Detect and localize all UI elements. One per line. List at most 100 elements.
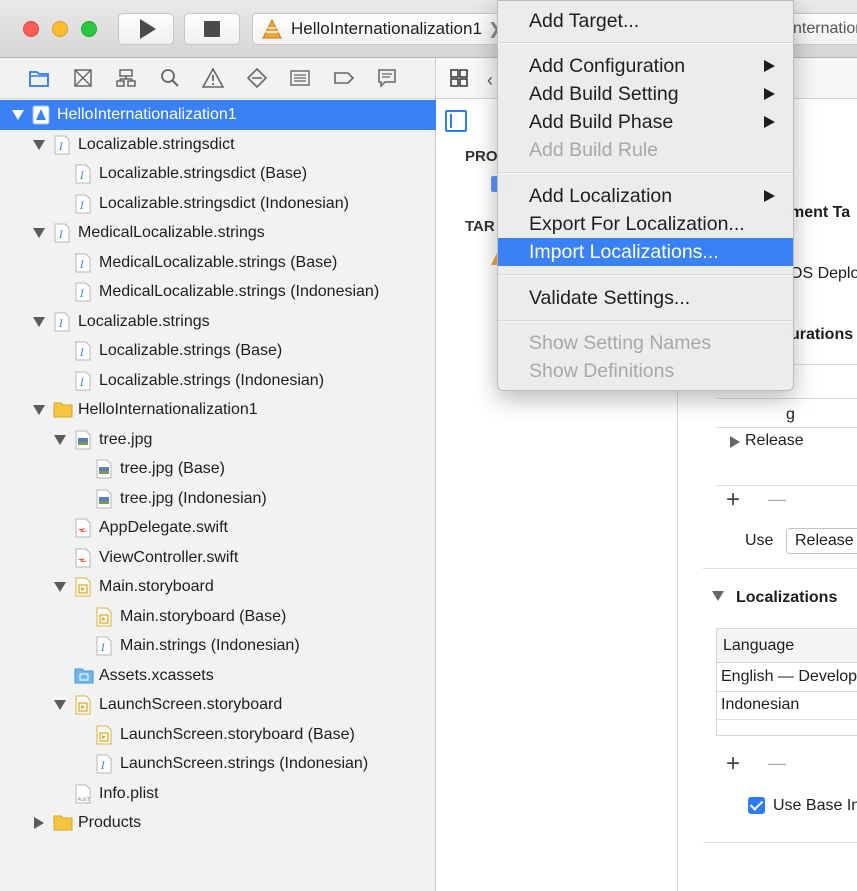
disclosure-open-icon[interactable]	[32, 315, 46, 329]
source-control-tab-icon[interactable]	[72, 67, 94, 89]
tree-file-row[interactable]: tree.jpg (Indonesian)	[0, 484, 436, 514]
tree-file-row[interactable]: I Localizable.strings (Indonesian)	[0, 366, 436, 396]
strings-file-icon: I	[95, 636, 113, 656]
swift-file-icon	[74, 518, 92, 538]
use-config-popup[interactable]: Release	[786, 528, 857, 554]
svg-text:PLIST: PLIST	[78, 797, 90, 803]
disclosure-closed-icon[interactable]	[32, 816, 46, 830]
tree-item-label: Localizable.stringsdict (Indonesian)	[99, 194, 349, 212]
tree-item-label: Localizable.stringsdict	[78, 135, 235, 153]
tree-item-label: AppDelegate.swift	[99, 519, 228, 536]
storyboard-file-icon	[74, 695, 92, 715]
run-button[interactable]	[118, 13, 174, 45]
tree-file-row[interactable]: I LaunchScreen.strings (Indonesian)	[0, 749, 436, 779]
menu-item-label: Add Build Setting	[529, 82, 679, 105]
add-configuration-button[interactable]: +	[726, 488, 740, 512]
disclosure-open-icon[interactable]	[53, 433, 67, 447]
menu-item-add-build-setting[interactable]: Add Build Setting	[498, 80, 793, 108]
tree-file-row[interactable]: I Localizable.stringsdict	[0, 130, 436, 160]
use-base-internationalization-label: Use Base In	[773, 797, 857, 814]
menu-item-add-localization[interactable]: Add Localization	[498, 182, 793, 210]
folder-icon	[53, 813, 73, 833]
disclosure-open-icon[interactable]	[53, 698, 67, 712]
tree-folder-row[interactable]: Products	[0, 808, 436, 838]
tree-file-row[interactable]: ViewController.swift	[0, 543, 436, 573]
configurations-heading: urations	[790, 326, 854, 343]
config-table-divider	[716, 398, 857, 399]
menu-item-label: Show Setting Names	[529, 331, 712, 354]
stop-icon	[204, 21, 220, 37]
assets-folder-icon	[74, 666, 94, 686]
submenu-arrow-icon	[764, 88, 775, 100]
tree-file-row[interactable]: I MedicalLocalizable.strings (Indonesian)	[0, 277, 436, 307]
menu-item-validate-settings[interactable]: Validate Settings...	[498, 284, 793, 312]
tree-file-row[interactable]: I MedicalLocalizable.strings (Base)	[0, 248, 436, 278]
tree-file-row[interactable]: HelloInternationalization1	[0, 100, 436, 130]
warning-tab-icon[interactable]	[202, 67, 224, 89]
strings-file-icon: I	[74, 253, 92, 273]
storyboard-file-icon	[95, 725, 113, 745]
tree-file-row[interactable]: I MedicalLocalizable.strings	[0, 218, 436, 248]
report-tab-icon[interactable]	[376, 67, 398, 89]
tree-file-row[interactable]: LaunchScreen.storyboard	[0, 690, 436, 720]
deployment-target-heading: ment Ta	[790, 204, 851, 221]
menu-item-add-target[interactable]: Add Target...	[498, 7, 793, 35]
language-column-header[interactable]: Language	[723, 637, 794, 655]
menu-item-add-configuration[interactable]: Add Configuration	[498, 52, 793, 80]
language-row-english[interactable]: English — Develop	[721, 668, 857, 686]
tree-item-label: LaunchScreen.strings (Indonesian)	[120, 755, 369, 772]
disclosure-open-icon[interactable]	[32, 226, 46, 240]
tree-file-row[interactable]: PLIST Info.plist	[0, 779, 436, 809]
tree-item-label: tree.jpg (Base)	[120, 460, 225, 477]
language-row-divider	[717, 719, 857, 720]
menu-separator	[498, 320, 793, 322]
minimize-window-button[interactable]	[52, 21, 68, 37]
tree-file-row[interactable]: AppDelegate.swift	[0, 513, 436, 543]
tree-file-row[interactable]: Main.storyboard (Base)	[0, 602, 436, 632]
menu-item-label: Add Localization	[529, 184, 673, 207]
disclosure-open-icon[interactable]	[53, 580, 67, 594]
remove-localization-button[interactable]: —	[768, 754, 786, 772]
folder-tab-icon[interactable]	[28, 67, 50, 89]
disclosure-open-icon[interactable]	[32, 403, 46, 417]
ios-deployment-label: OS Deplo	[790, 265, 857, 282]
tree-item-label: tree.jpg	[99, 430, 153, 448]
tree-folder-row[interactable]: HelloInternationalization1	[0, 395, 436, 425]
related-items-icon[interactable]	[449, 68, 469, 88]
config-release-disclosure-icon[interactable]	[730, 436, 740, 448]
disclosure-open-icon[interactable]	[11, 108, 25, 122]
tree-file-row[interactable]: I Localizable.strings (Base)	[0, 336, 436, 366]
tree-file-row[interactable]: tree.jpg (Base)	[0, 454, 436, 484]
back-chevron-icon[interactable]: ‹	[487, 70, 493, 91]
menu-item-add-build-phase[interactable]: Add Build Phase	[498, 108, 793, 136]
tree-folder-row[interactable]: Assets.xcassets	[0, 661, 436, 691]
localizations-disclosure-icon[interactable]	[712, 591, 724, 601]
tree-file-row[interactable]: LaunchScreen.storyboard (Base)	[0, 720, 436, 750]
search-tab-icon[interactable]	[159, 67, 181, 89]
strings-file-icon: I	[53, 135, 71, 155]
stop-button[interactable]	[184, 13, 240, 45]
disclosure-open-icon[interactable]	[32, 138, 46, 152]
language-row-indonesian[interactable]: Indonesian	[721, 696, 799, 714]
test-tab-icon[interactable]	[246, 67, 268, 89]
breakpoint-tab-icon[interactable]	[333, 67, 355, 89]
add-localization-button[interactable]: +	[726, 752, 740, 776]
tree-file-row[interactable]: tree.jpg	[0, 425, 436, 455]
tree-file-row[interactable]: I Main.strings (Indonesian)	[0, 631, 436, 661]
tree-file-row[interactable]: Main.storyboard	[0, 572, 436, 602]
tree-item-label: Main.strings (Indonesian)	[120, 637, 300, 654]
tree-item-label: MedicalLocalizable.strings (Indonesian)	[99, 283, 380, 300]
remove-configuration-button[interactable]: —	[768, 490, 786, 508]
hierarchy-tab-icon[interactable]	[115, 67, 137, 89]
menu-item-label: Import Localizations...	[529, 240, 719, 263]
tree-file-row[interactable]: I Localizable.stringsdict (Indonesian)	[0, 189, 436, 219]
close-window-button[interactable]	[23, 21, 39, 37]
tree-file-row[interactable]: I Localizable.stringsdict (Base)	[0, 159, 436, 189]
tree-file-row[interactable]: I Localizable.strings	[0, 307, 436, 337]
zoom-window-button[interactable]	[81, 21, 97, 37]
menu-item-export-for-localization[interactable]: Export For Localization...	[498, 210, 793, 238]
use-base-internationalization-checkbox[interactable]	[748, 797, 765, 814]
debug-tab-icon[interactable]	[289, 67, 311, 89]
menu-item-import-localizations[interactable]: Import Localizations...	[498, 238, 793, 266]
sidebar-toggle-icon[interactable]	[445, 110, 467, 132]
